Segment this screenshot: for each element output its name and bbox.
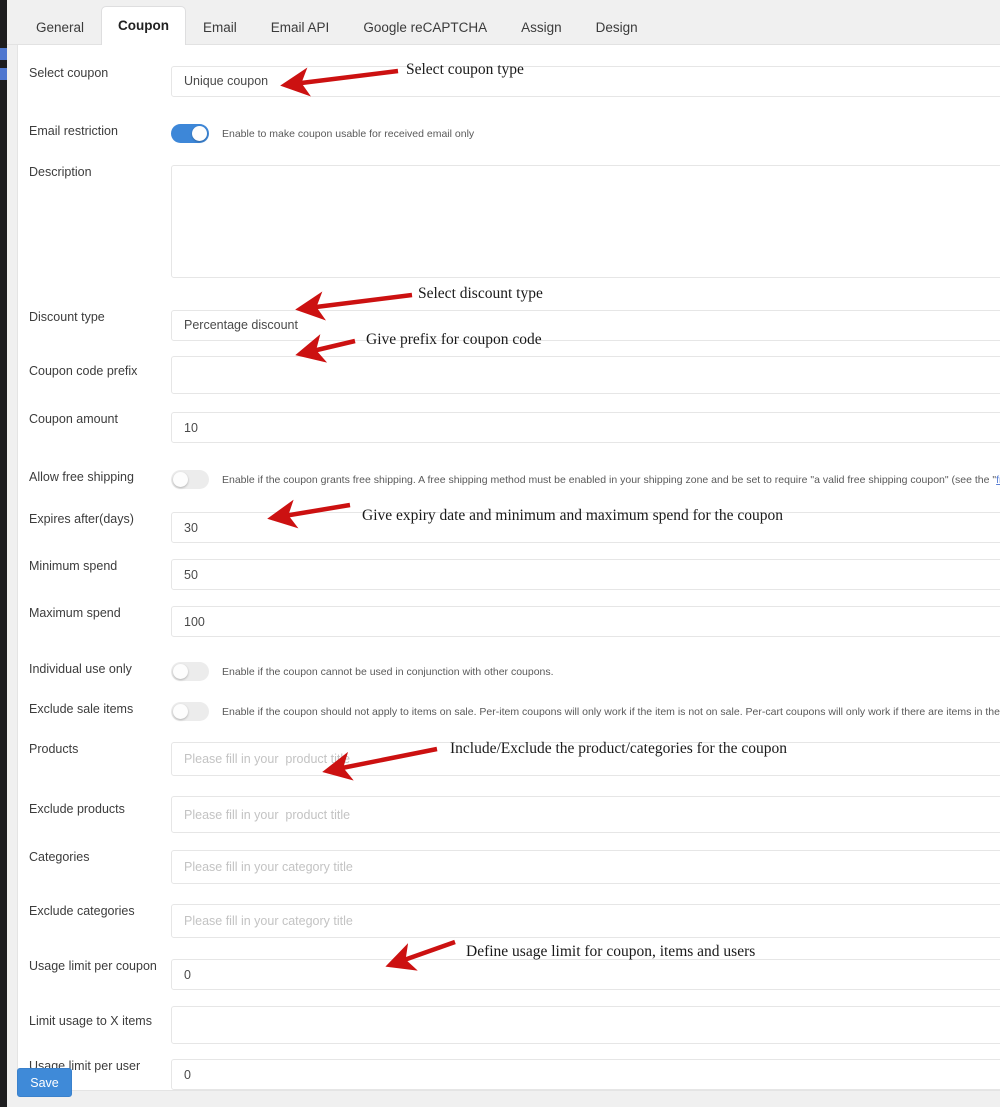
annotation-expiry-spend: Give expiry date and minimum and maximum… xyxy=(362,507,783,524)
annotation-include-exclude: Include/Exclude the product/categories f… xyxy=(450,740,787,757)
annotation-arrows xyxy=(267,67,456,971)
annotation-select-coupon-type: Select coupon type xyxy=(406,61,524,78)
annotation-select-discount-type: Select discount type xyxy=(418,285,543,302)
page-root: General Coupon Email Email API Google reCAPT… xyxy=(0,0,1000,1107)
annotation-coupon-prefix: Give prefix for coupon code xyxy=(366,331,542,348)
annotation-usage-limit: Define usage limit for coupon, items and… xyxy=(466,943,756,960)
